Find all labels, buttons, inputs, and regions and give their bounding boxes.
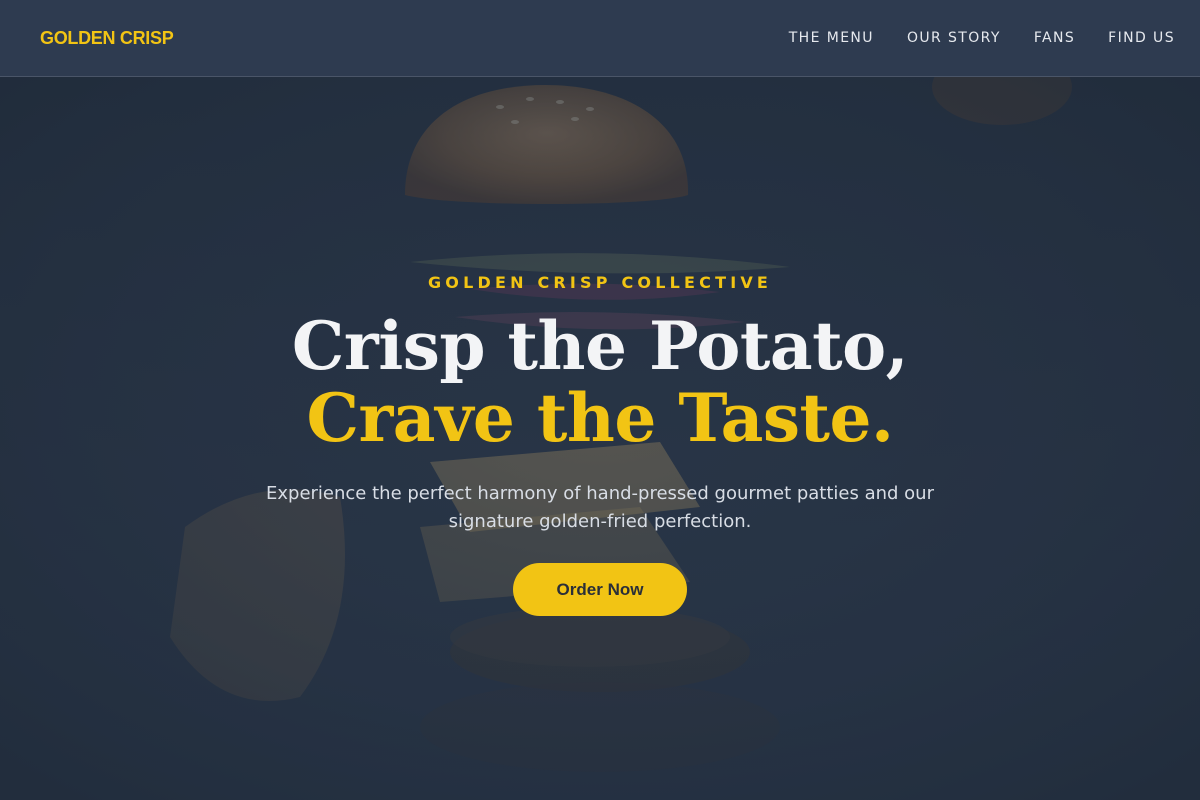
nav-link-fans[interactable]: FANS — [1034, 30, 1075, 46]
hero-content: GOLDEN CRISP COLLECTIVE Crisp the Potato… — [0, 273, 1200, 616]
nav-link-find-us[interactable]: FIND US — [1108, 30, 1175, 46]
order-now-button[interactable]: Order Now — [513, 563, 687, 616]
hero-headline-line2: Crave the Taste. — [306, 379, 895, 457]
nav-link-menu[interactable]: THE MENU — [789, 30, 874, 46]
hero-eyebrow: GOLDEN CRISP COLLECTIVE — [427, 273, 773, 292]
brand-logo[interactable]: GOLDEN CRISP — [40, 28, 174, 49]
hero-headline: Crisp the Potato, Crave the Taste. — [0, 310, 1200, 454]
hero-section: GOLDEN CRISP COLLECTIVE Crisp the Potato… — [0, 77, 1200, 800]
nav-link-our-story[interactable]: OUR STORY — [907, 30, 1001, 46]
site-header: GOLDEN CRISP THE MENU OUR STORY FANS FIN… — [0, 0, 1200, 77]
hero-headline-line1: Crisp the Potato, — [291, 307, 909, 385]
hero-subtitle: Experience the perfect harmony of hand-p… — [266, 483, 934, 532]
main-nav: THE MENU OUR STORY FANS FIND US — [756, 30, 1175, 46]
